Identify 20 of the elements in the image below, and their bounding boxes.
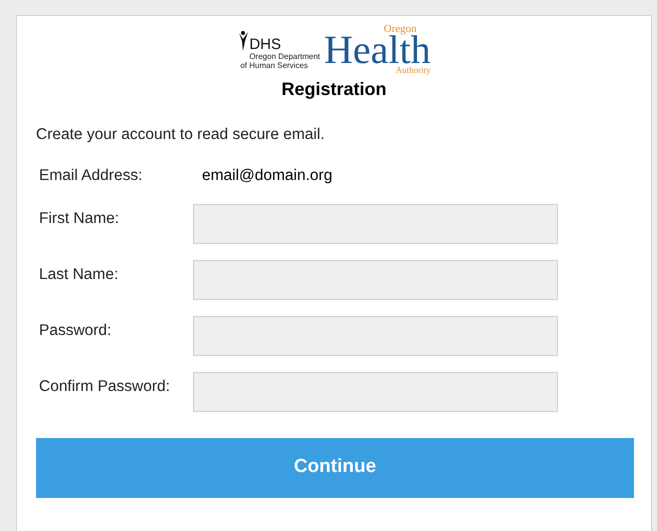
person-icon xyxy=(237,30,250,52)
logo-text: Oregon Department xyxy=(248,52,320,60)
continue-button[interactable]: Continue xyxy=(36,438,634,498)
logo-text: Oregon xyxy=(384,24,417,34)
field-label: Confirm Password: xyxy=(39,376,171,397)
field-label: Password: xyxy=(39,320,112,341)
logo-text: of Human Services xyxy=(239,60,308,70)
field-label: First Name: xyxy=(39,208,120,229)
email-value: email@domain.org xyxy=(202,166,332,186)
field-label: Last Name: xyxy=(39,264,120,285)
input-field[interactable] xyxy=(193,204,558,244)
input-field[interactable] xyxy=(193,372,558,412)
input-field[interactable] xyxy=(193,260,558,300)
field-label: Email Address: xyxy=(39,166,144,186)
intro-text: Create your account to read secure email. xyxy=(36,125,326,145)
logo-text: DHS xyxy=(249,36,281,52)
page-title: Registration xyxy=(280,78,388,101)
logo-text: Health xyxy=(324,34,431,66)
input-field[interactable] xyxy=(193,316,558,356)
logo-text: Authority xyxy=(396,66,431,75)
